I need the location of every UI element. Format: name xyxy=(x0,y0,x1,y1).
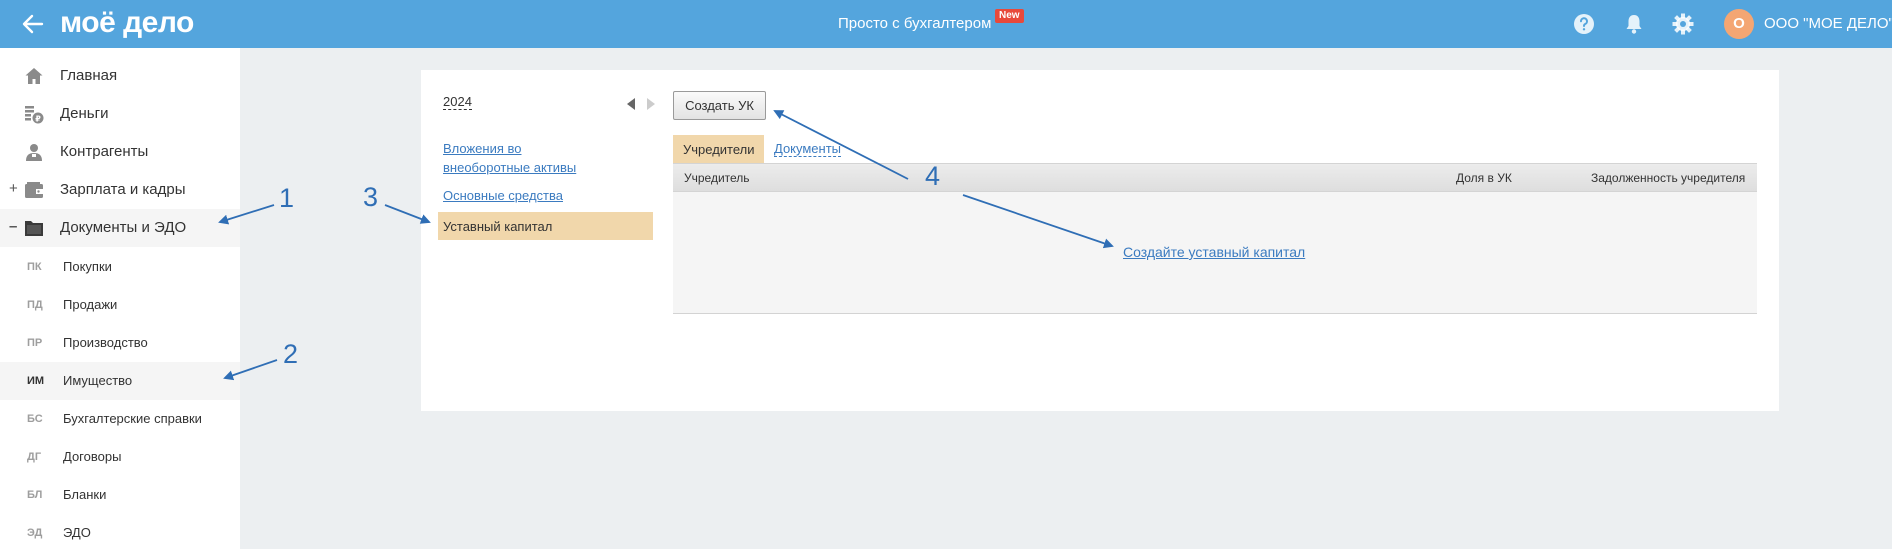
back-arrow-icon[interactable] xyxy=(20,11,46,37)
sidebar-subitem-contracts[interactable]: ДГ Договоры xyxy=(0,438,240,476)
subitem-abbr: ДГ xyxy=(27,451,42,463)
subitem-label: Производство xyxy=(63,335,148,350)
sidebar-subitem-property[interactable]: ИМ Имущество xyxy=(0,362,240,400)
gear-icon[interactable] xyxy=(1671,12,1695,36)
subitem-label: Договоры xyxy=(63,449,122,464)
home-icon xyxy=(25,68,43,84)
promo-link[interactable]: Просто с бухгалтером xyxy=(838,14,991,34)
prev-year-arrow-icon[interactable] xyxy=(627,98,635,110)
annotation-number-3: 3 xyxy=(363,182,379,212)
sidebar-subitem-sales[interactable]: ПД Продажи xyxy=(0,286,240,324)
subitem-label: Бухгалтерские справки xyxy=(63,411,202,426)
sidebar-item-home[interactable]: Главная xyxy=(0,57,240,95)
subitem-abbr: ИМ xyxy=(27,375,45,387)
section-fixed-assets[interactable]: Основные средства xyxy=(443,186,563,205)
tab-founders[interactable]: Учредители xyxy=(673,135,764,163)
founders-table: Учредитель Доля в УК Задолженность учред… xyxy=(673,163,1757,314)
subitem-label: Имущество xyxy=(63,373,133,388)
subitem-abbr: ПК xyxy=(27,261,42,273)
year-selector[interactable]: 2024 xyxy=(443,94,472,110)
subitem-abbr: ПР xyxy=(27,337,43,349)
folder-icon xyxy=(25,221,43,236)
expand-toggle[interactable]: + xyxy=(9,179,18,199)
create-capital-link[interactable]: Создайте уставный капитал xyxy=(1123,244,1305,261)
column-founder[interactable]: Учредитель xyxy=(684,171,750,185)
section-authorized-capital[interactable]: Уставный капитал xyxy=(438,212,653,240)
column-founder-debt[interactable]: Задолженность учредителя xyxy=(1591,171,1745,185)
sidebar-item-label: Документы и ЭДО xyxy=(60,219,187,236)
subitem-label: Продажи xyxy=(63,297,118,312)
subitem-abbr: БС xyxy=(27,413,43,425)
sidebar-subitem-purchases[interactable]: ПК Покупки xyxy=(0,248,240,286)
help-icon[interactable] xyxy=(1572,12,1596,36)
column-share[interactable]: Доля в УК xyxy=(1456,171,1512,185)
subitem-label: Покупки xyxy=(63,259,112,274)
sidebar-item-salary[interactable]: + Зарплата и кадры xyxy=(0,171,240,209)
sidebar-item-label: Зарплата и кадры xyxy=(60,181,186,198)
sidebar-subitem-edo[interactable]: ЭД ЭДО xyxy=(0,514,240,549)
sidebar-item-label: Деньги xyxy=(60,105,109,122)
org-name[interactable]: ООО "МОЕ ДЕЛО" xyxy=(1764,14,1892,34)
collapse-toggle[interactable]: – xyxy=(9,217,17,237)
annotation-number-1: 1 xyxy=(279,183,295,213)
sidebar-subitem-forms[interactable]: БЛ Бланки xyxy=(0,476,240,514)
next-year-arrow-icon[interactable] xyxy=(647,98,655,110)
sidebar: Главная ₽ Деньги Контрагенты + Зарплата … xyxy=(0,48,240,549)
tab-documents[interactable]: Документы xyxy=(774,141,842,157)
subitem-abbr: ЭД xyxy=(27,527,43,539)
sidebar-item-documents[interactable]: – Документы и ЭДО xyxy=(0,209,240,247)
money-icon: ₽ xyxy=(25,106,44,124)
sidebar-item-money[interactable]: ₽ Деньги xyxy=(0,95,240,133)
subitem-label: ЭДО xyxy=(63,525,91,540)
section-label-line2: внеоборотные активы xyxy=(443,160,577,175)
section-label-line1: Вложения во xyxy=(443,141,522,156)
sidebar-subitem-production[interactable]: ПР Производство xyxy=(0,324,240,362)
section-label: Уставный капитал xyxy=(443,219,553,234)
sidebar-item-label: Главная xyxy=(60,67,118,84)
table-header: Учредитель Доля в УК Задолженность учред… xyxy=(673,163,1757,192)
sidebar-item-label: Контрагенты xyxy=(60,143,149,160)
contractors-icon xyxy=(26,144,42,161)
subitem-abbr: БЛ xyxy=(27,489,43,501)
new-badge: New xyxy=(995,9,1024,23)
wallet-icon xyxy=(25,182,43,198)
annotation-number-2: 2 xyxy=(283,339,299,369)
tab-label: Учредители xyxy=(683,142,755,157)
sidebar-item-contractors[interactable]: Контрагенты xyxy=(0,133,240,171)
subitem-abbr: ПД xyxy=(27,299,43,311)
bell-icon[interactable] xyxy=(1622,12,1646,36)
create-capital-button[interactable]: Создать УК xyxy=(673,91,766,120)
top-bar: моё дело Просто с бухгалтером New О ООО … xyxy=(0,0,1892,48)
avatar[interactable]: О xyxy=(1724,9,1754,39)
section-noncurrent-assets[interactable]: Вложения во внеоборотные активы xyxy=(443,139,576,177)
logo[interactable]: моё дело xyxy=(60,6,194,40)
svg-text:₽: ₽ xyxy=(35,115,41,124)
annotation-number-4: 4 xyxy=(925,161,941,191)
subitem-label: Бланки xyxy=(63,487,107,502)
sidebar-subitem-accounting-notes[interactable]: БС Бухгалтерские справки xyxy=(0,400,240,438)
